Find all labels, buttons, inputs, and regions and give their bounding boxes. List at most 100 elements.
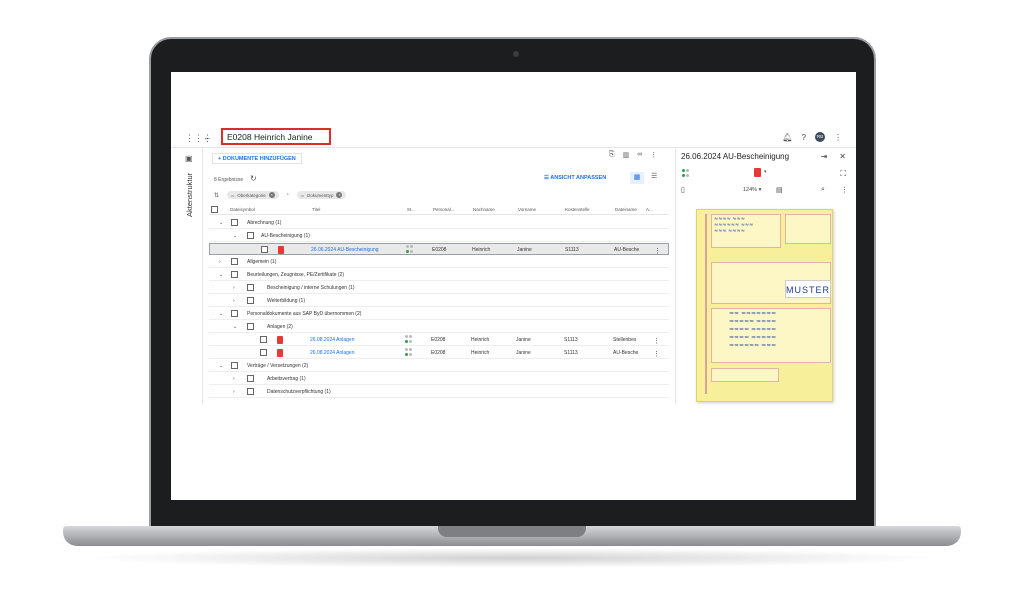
row-checkbox[interactable] (261, 246, 268, 253)
column-header[interactable]: Dateiname (615, 207, 637, 212)
sidebar-toggle-icon[interactable]: ▯ (681, 186, 685, 194)
search-icon[interactable]: ⌕ (821, 186, 825, 194)
adjust-view-label: ANSICHT ANPASSEN (550, 175, 607, 181)
row-checkbox[interactable] (247, 284, 254, 291)
more-vertical-icon[interactable]: ⋮ (653, 337, 660, 345)
more-vertical-icon[interactable]: ⋮ (650, 151, 657, 159)
more-vertical-icon[interactable]: ⋮ (654, 247, 661, 255)
table-row[interactable]: ⌄ Verträge / Versetzungen (2) (209, 360, 669, 372)
refresh-icon[interactable]: ↻ (250, 174, 257, 183)
chevron-right-icon[interactable]: › (219, 259, 221, 265)
table-row[interactable]: › Datenschutzverpflichtung (1) (209, 386, 669, 398)
document-title-link[interactable]: 26.08.2024 Anlagen (310, 337, 355, 343)
row-checkbox[interactable] (247, 323, 254, 330)
table-row[interactable]: ⌄ Abrechnung (1) (209, 217, 669, 229)
chevron-down-icon[interactable]: ⌄ (219, 272, 223, 278)
more-vertical-icon[interactable]: ⋮ (841, 186, 848, 194)
document-margin-strip (705, 214, 707, 394)
chevron-down-icon[interactable]: ⌄ (219, 363, 223, 369)
sidebar-label[interactable]: Aktenstruktur (185, 173, 194, 223)
chevron-down-icon[interactable]: ⌄ (233, 233, 237, 239)
grid-view-icon[interactable]: ▦ (630, 172, 644, 184)
drag-icon: ═ (300, 192, 304, 198)
help-icon[interactable]: ? (802, 133, 806, 142)
document-title-link[interactable]: 26.06.2024 AU-Bescheinigung (311, 247, 379, 253)
comment-icon[interactable]: ▤ (776, 186, 783, 194)
bell-icon[interactable]: 🔔︎ (782, 133, 792, 142)
zoom-level[interactable]: 124% ▾ (743, 187, 761, 193)
table-row[interactable]: 26.08.2024 Anlagen E0208 Heinrich Janine… (209, 334, 669, 346)
document-page-preview: ≈≈≈≈ ≈≈≈ ≈≈≈≈≈≈ ≈≈≈ ≈≈≈ ≈≈≈≈ MUSTER ≈≈ ≈≈≈… (696, 209, 833, 402)
chevron-down-icon[interactable]: ⌄ (219, 220, 223, 226)
document-preview-panel: 26.06.2024 AU-Bescheinigung ⇥ ✕ ▾ ⛶ ▯ 12… (675, 149, 856, 404)
table-row[interactable]: › Arbeitsvertrag (1) (209, 373, 669, 385)
row-checkbox[interactable] (231, 271, 238, 278)
table-row[interactable]: ⌄ AU-Bescheinigung (1) (209, 230, 669, 242)
column-header[interactable]: Vorname (518, 207, 536, 212)
table-row[interactable]: ⌄ Personaldokumente aus SAP ByD übernomm… (209, 308, 669, 320)
cell-dateiname: AU-Besche (614, 247, 640, 253)
row-checkbox[interactable] (231, 258, 238, 265)
row-checkbox[interactable] (231, 362, 238, 369)
column-header[interactable]: Dateisymbol (230, 207, 255, 212)
fullscreen-icon[interactable]: ⛶ (840, 169, 846, 179)
row-checkbox[interactable] (260, 336, 267, 343)
back-arrow-icon[interactable]: ← (203, 132, 212, 142)
preview-title: 26.06.2024 AU-Bescheinigung (681, 152, 790, 161)
filter-chip[interactable]: ═ Oberkategorie × (227, 191, 279, 199)
row-checkbox[interactable] (231, 310, 238, 317)
column-header[interactable]: Kostenstelle (565, 207, 590, 212)
group-label: Abrechnung (1) (247, 220, 282, 226)
pdf-file-icon[interactable] (754, 168, 761, 177)
link-icon[interactable]: ∞ (637, 151, 642, 159)
avatar[interactable]: RB (815, 132, 825, 142)
close-icon[interactable]: × (336, 192, 343, 198)
filter-icon[interactable]: ⇅ (214, 192, 219, 199)
column-header[interactable]: Personal... (433, 207, 455, 212)
more-vertical-icon[interactable]: ⋮ (653, 350, 660, 358)
table-row[interactable]: ⌄ Anlagen (2) (209, 321, 669, 333)
laptop-notch (438, 526, 586, 537)
page-title: E0208 Heinrich Janine (221, 128, 331, 145)
row-checkbox[interactable] (247, 388, 254, 395)
chevron-right-icon[interactable]: › (233, 389, 235, 395)
select-all-checkbox[interactable] (211, 206, 218, 213)
table-row[interactable]: 26.08.2024 Anlagen E0208 Heinrich Janine… (209, 347, 669, 359)
add-documents-button[interactable]: + DOKUMENTE HINZUFÜGEN (212, 153, 302, 164)
cell-vorname: Janine (516, 350, 531, 356)
cell-personal: E0208 (431, 350, 446, 356)
chevron-down-icon[interactable]: ▾ (764, 169, 767, 175)
chevron-right-icon[interactable]: › (233, 285, 235, 291)
open-external-icon[interactable]: ⇥ (821, 152, 828, 161)
column-header[interactable]: A... (646, 207, 653, 212)
group-label: Bescheinigung / interne Schulungen (1) (267, 285, 355, 291)
panel-toggle-icon[interactable]: ▣ (185, 154, 193, 163)
table-row[interactable]: › Allgemein (1) (209, 256, 669, 268)
close-icon[interactable]: × (268, 192, 275, 198)
list-view-icon[interactable]: ☰ (651, 172, 657, 180)
table-row[interactable]: › Bescheinigung / interne Schulungen (1) (209, 282, 669, 294)
column-header[interactable]: Nachname (473, 207, 495, 212)
table-row[interactable]: › Weiterbildung (1) (209, 295, 669, 307)
close-icon[interactable]: ✕ (839, 152, 846, 161)
chevron-down-icon[interactable]: ⌄ (233, 324, 237, 330)
chevron-down-icon[interactable]: ⌄ (219, 311, 223, 317)
row-checkbox[interactable] (231, 219, 238, 226)
table-row[interactable]: 26.06.2024 AU-Bescheinigung E0208 Heinri… (209, 243, 669, 255)
column-header[interactable]: St... (407, 207, 415, 212)
document-title-link[interactable]: 26.08.2024 Anlagen (310, 350, 355, 356)
row-checkbox[interactable] (260, 349, 267, 356)
row-checkbox[interactable] (247, 232, 254, 239)
row-checkbox[interactable] (247, 375, 254, 382)
row-checkbox[interactable] (247, 297, 254, 304)
adjust-view-button[interactable]: ☰ ANSICHT ANPASSEN (544, 175, 606, 181)
chevron-right-icon[interactable]: › (233, 298, 235, 304)
column-header[interactable]: Titel (312, 207, 320, 212)
clipboard-icon[interactable]: ⎘ (609, 151, 615, 159)
chevron-right-icon[interactable]: › (233, 376, 235, 382)
more-vertical-icon[interactable]: ⋮ (834, 133, 842, 142)
filter-chip[interactable]: ═ Dokumenttyp × (296, 191, 347, 199)
table-row[interactable]: ⌄ Beurteilungen, Zeugnisse, PE/Zertifika… (209, 269, 669, 281)
group-label: AU-Bescheinigung (1) (261, 233, 310, 239)
columns-icon[interactable]: ▥ (623, 151, 630, 159)
